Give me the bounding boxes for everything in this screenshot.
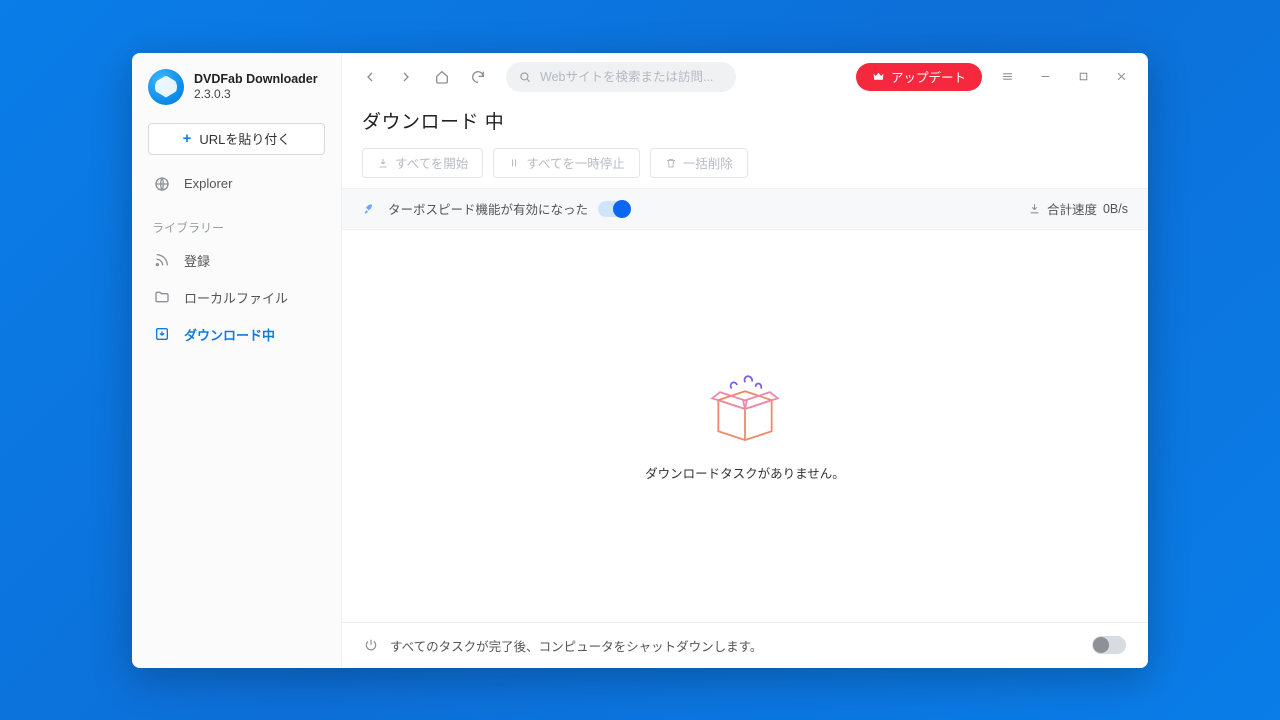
trash-icon [665, 157, 677, 169]
page-title: ダウンロード 中 [342, 101, 1148, 148]
turbo-text: ターボスピード機能が有効になった [388, 199, 588, 218]
pause-all-label: すべてを一時停止 [526, 153, 624, 172]
sidebar-item-label: 登録 [184, 251, 210, 270]
arrow-right-icon [398, 69, 414, 85]
sidebar-item-label: Explorer [184, 176, 232, 191]
pause-icon [508, 157, 520, 169]
sidebar: DVDFab Downloader 2.3.0.3 + URLを貼り付く Exp… [132, 53, 342, 668]
paste-url-label: URLを貼り付く [199, 129, 290, 148]
app-window: DVDFab Downloader 2.3.0.3 + URLを貼り付く Exp… [132, 53, 1148, 668]
app-title: DVDFab Downloader [194, 72, 318, 87]
turbo-row: ターボスピード機能が有効になった 合計速度 0B/s [342, 188, 1148, 230]
sidebar-item-explorer[interactable]: Explorer [132, 167, 341, 201]
folder-icon [154, 289, 170, 305]
nav-home-button[interactable] [428, 63, 456, 91]
sidebar-item-label: ダウンロード中 [184, 325, 275, 344]
empty-state: ダウンロードタスクがありません。 [342, 230, 1148, 622]
delete-all-button[interactable]: 一括削除 [650, 148, 748, 178]
start-all-button[interactable]: すべてを開始 [362, 148, 483, 178]
brand-text: DVDFab Downloader 2.3.0.3 [194, 72, 318, 101]
total-speed-label: 合計速度 [1047, 199, 1097, 218]
empty-box-icon [700, 369, 790, 449]
close-icon [1115, 70, 1128, 83]
sidebar-item-downloading[interactable]: ダウンロード中 [132, 316, 341, 353]
home-icon [434, 69, 450, 85]
shutdown-toggle[interactable] [1092, 636, 1126, 654]
power-icon [364, 638, 378, 652]
total-speed-value: 0B/s [1103, 202, 1128, 216]
minimize-icon [1039, 70, 1052, 83]
app-version: 2.3.0.3 [194, 87, 318, 101]
app-logo-icon [148, 69, 184, 105]
arrow-left-icon [362, 69, 378, 85]
sidebar-item-local-files[interactable]: ローカルファイル [132, 279, 341, 316]
main-panel: アップデート ダウンロード 中 すべてを開始 [342, 53, 1148, 668]
hamburger-icon [1001, 70, 1014, 83]
crown-icon [872, 70, 885, 83]
bulk-action-row: すべてを開始 すべてを一時停止 一括削除 [342, 148, 1148, 188]
download-speed-icon [1028, 202, 1041, 215]
search-box[interactable] [506, 62, 736, 92]
download-icon [377, 157, 389, 169]
delete-all-label: 一括削除 [683, 153, 733, 172]
plus-icon: + [183, 130, 192, 147]
total-speed: 合計速度 0B/s [1028, 199, 1128, 218]
rocket-icon [362, 201, 378, 217]
nav-back-button[interactable] [356, 63, 384, 91]
start-all-label: すべてを開始 [395, 153, 468, 172]
nav-refresh-button[interactable] [464, 63, 492, 91]
footer-bar: すべてのタスクが完了後、コンピュータをシャットダウンします。 [342, 622, 1148, 668]
minimize-button[interactable] [1032, 64, 1058, 90]
topbar: アップデート [342, 53, 1148, 101]
maximize-icon [1077, 70, 1090, 83]
nav-forward-button[interactable] [392, 63, 420, 91]
upgrade-button[interactable]: アップデート [856, 63, 982, 91]
upgrade-label: アップデート [891, 67, 966, 86]
sidebar-section-library: ライブラリー [132, 201, 341, 242]
sidebar-item-register[interactable]: 登録 [132, 242, 341, 279]
sidebar-item-label: ローカルファイル [184, 288, 288, 307]
brand-block: DVDFab Downloader 2.3.0.3 [132, 65, 341, 119]
empty-text: ダウンロードタスクがありません。 [645, 463, 845, 482]
rss-icon [154, 252, 170, 268]
pause-all-button[interactable]: すべてを一時停止 [493, 148, 639, 178]
globe-icon [154, 176, 170, 192]
search-input[interactable] [540, 70, 724, 84]
maximize-button[interactable] [1070, 64, 1096, 90]
turbo-toggle[interactable] [598, 201, 630, 217]
app-body: DVDFab Downloader 2.3.0.3 + URLを貼り付く Exp… [132, 53, 1148, 668]
paste-url-button[interactable]: + URLを貼り付く [148, 123, 325, 155]
close-button[interactable] [1108, 64, 1134, 90]
search-icon [518, 70, 532, 84]
download-queue-icon [154, 326, 170, 342]
menu-button[interactable] [994, 64, 1020, 90]
refresh-icon [470, 69, 486, 85]
shutdown-text: すべてのタスクが完了後、コンピュータをシャットダウンします。 [390, 636, 762, 655]
